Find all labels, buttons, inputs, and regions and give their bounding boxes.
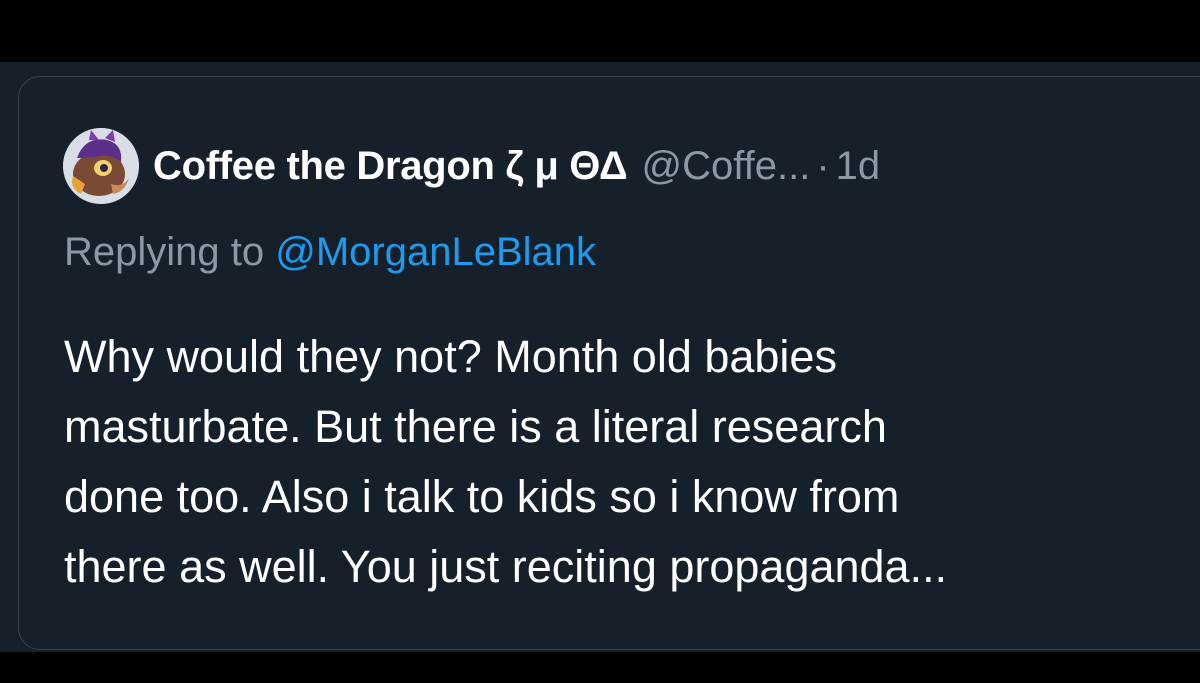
timestamp[interactable]: 1d bbox=[836, 144, 881, 189]
bottom-letterbox bbox=[0, 652, 1200, 683]
tweet-text: Why would they not? Month old babies mas… bbox=[64, 322, 1174, 602]
tweet-header: Coffee the Dragon ζ μ ΘΔ @Coffe... · 1d bbox=[63, 128, 881, 204]
dragon-avatar-icon bbox=[63, 128, 139, 204]
display-name[interactable]: Coffee the Dragon ζ μ ΘΔ bbox=[153, 144, 628, 189]
replying-to-line: Replying to @MorganLeBlank bbox=[64, 230, 596, 275]
mention-link[interactable]: @MorganLeBlank bbox=[275, 230, 596, 274]
top-letterbox bbox=[0, 0, 1200, 62]
avatar[interactable] bbox=[63, 128, 139, 204]
replying-prefix: Replying to bbox=[64, 230, 265, 274]
tweet-text-line: Why would they not? Month old babies bbox=[64, 331, 837, 382]
separator-dot: · bbox=[816, 143, 830, 188]
tweet-text-line: done too. Also i talk to kids so i know … bbox=[64, 471, 900, 522]
tweet-text-line: there as well. You just reciting propaga… bbox=[64, 541, 948, 592]
user-handle[interactable]: @Coffe... bbox=[642, 144, 811, 189]
tweet-text-line: masturbate. But there is a literal resea… bbox=[64, 401, 887, 452]
